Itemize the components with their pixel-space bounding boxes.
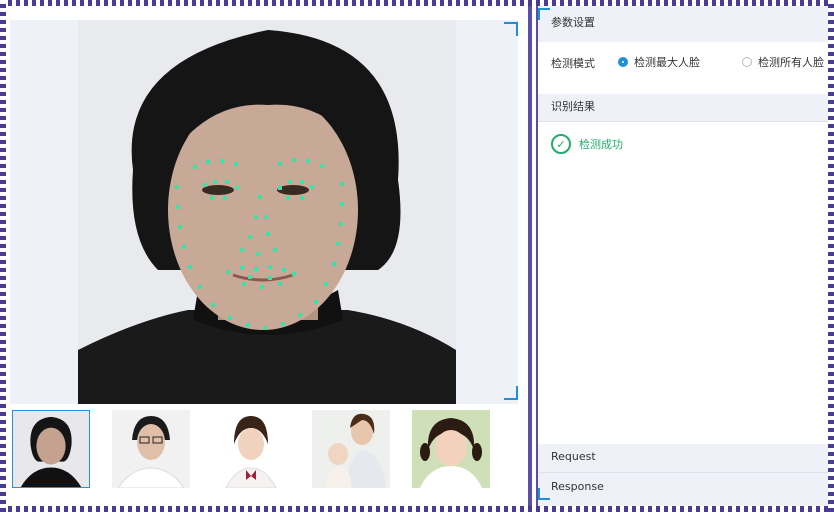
result-panel: 参数设置 检测模式 检测最大人脸 检测所有人脸 识别结果 ✓ 检测成功 Requ… — [538, 6, 828, 506]
main-image-area — [10, 20, 518, 404]
corner-marker — [504, 22, 518, 36]
thumbnail-1[interactable] — [12, 410, 90, 488]
frame-bottom — [0, 506, 834, 512]
radio-largest-face-label: 检测最大人脸 — [634, 56, 700, 69]
check-circle-icon: ✓ — [551, 134, 571, 154]
detect-mode-row: 检测模式 检测最大人脸 检测所有人脸 — [538, 42, 828, 94]
radio-largest-face[interactable]: 检测最大人脸 — [618, 54, 700, 70]
radio-all-faces[interactable]: 检测所有人脸 — [742, 54, 824, 70]
frame-right — [828, 0, 834, 512]
result-title: 识别结果 — [538, 92, 828, 122]
thumbnail-5[interactable] — [412, 410, 490, 488]
thumbnail-3[interactable] — [212, 410, 290, 488]
corner-marker — [504, 386, 518, 400]
thumbnail-4[interactable] — [312, 410, 390, 488]
request-section[interactable]: Request — [538, 443, 828, 471]
success-status-text: 检测成功 — [579, 138, 623, 151]
result-area: ✓ 检测成功 — [538, 122, 828, 444]
radio-checked-icon — [618, 57, 628, 67]
settings-title: 参数设置 — [551, 16, 595, 29]
thumbnail-2[interactable] — [112, 410, 190, 488]
thumbnail-strip — [10, 410, 510, 494]
radio-all-faces-label: 检测所有人脸 — [758, 56, 824, 69]
detect-mode-label: 检测模式 — [551, 57, 595, 70]
radio-unchecked-icon — [742, 57, 752, 67]
image-panel — [6, 6, 526, 506]
face-photo — [78, 20, 456, 404]
response-section[interactable]: Response — [538, 472, 828, 500]
success-status: ✓ 检测成功 — [551, 134, 623, 154]
